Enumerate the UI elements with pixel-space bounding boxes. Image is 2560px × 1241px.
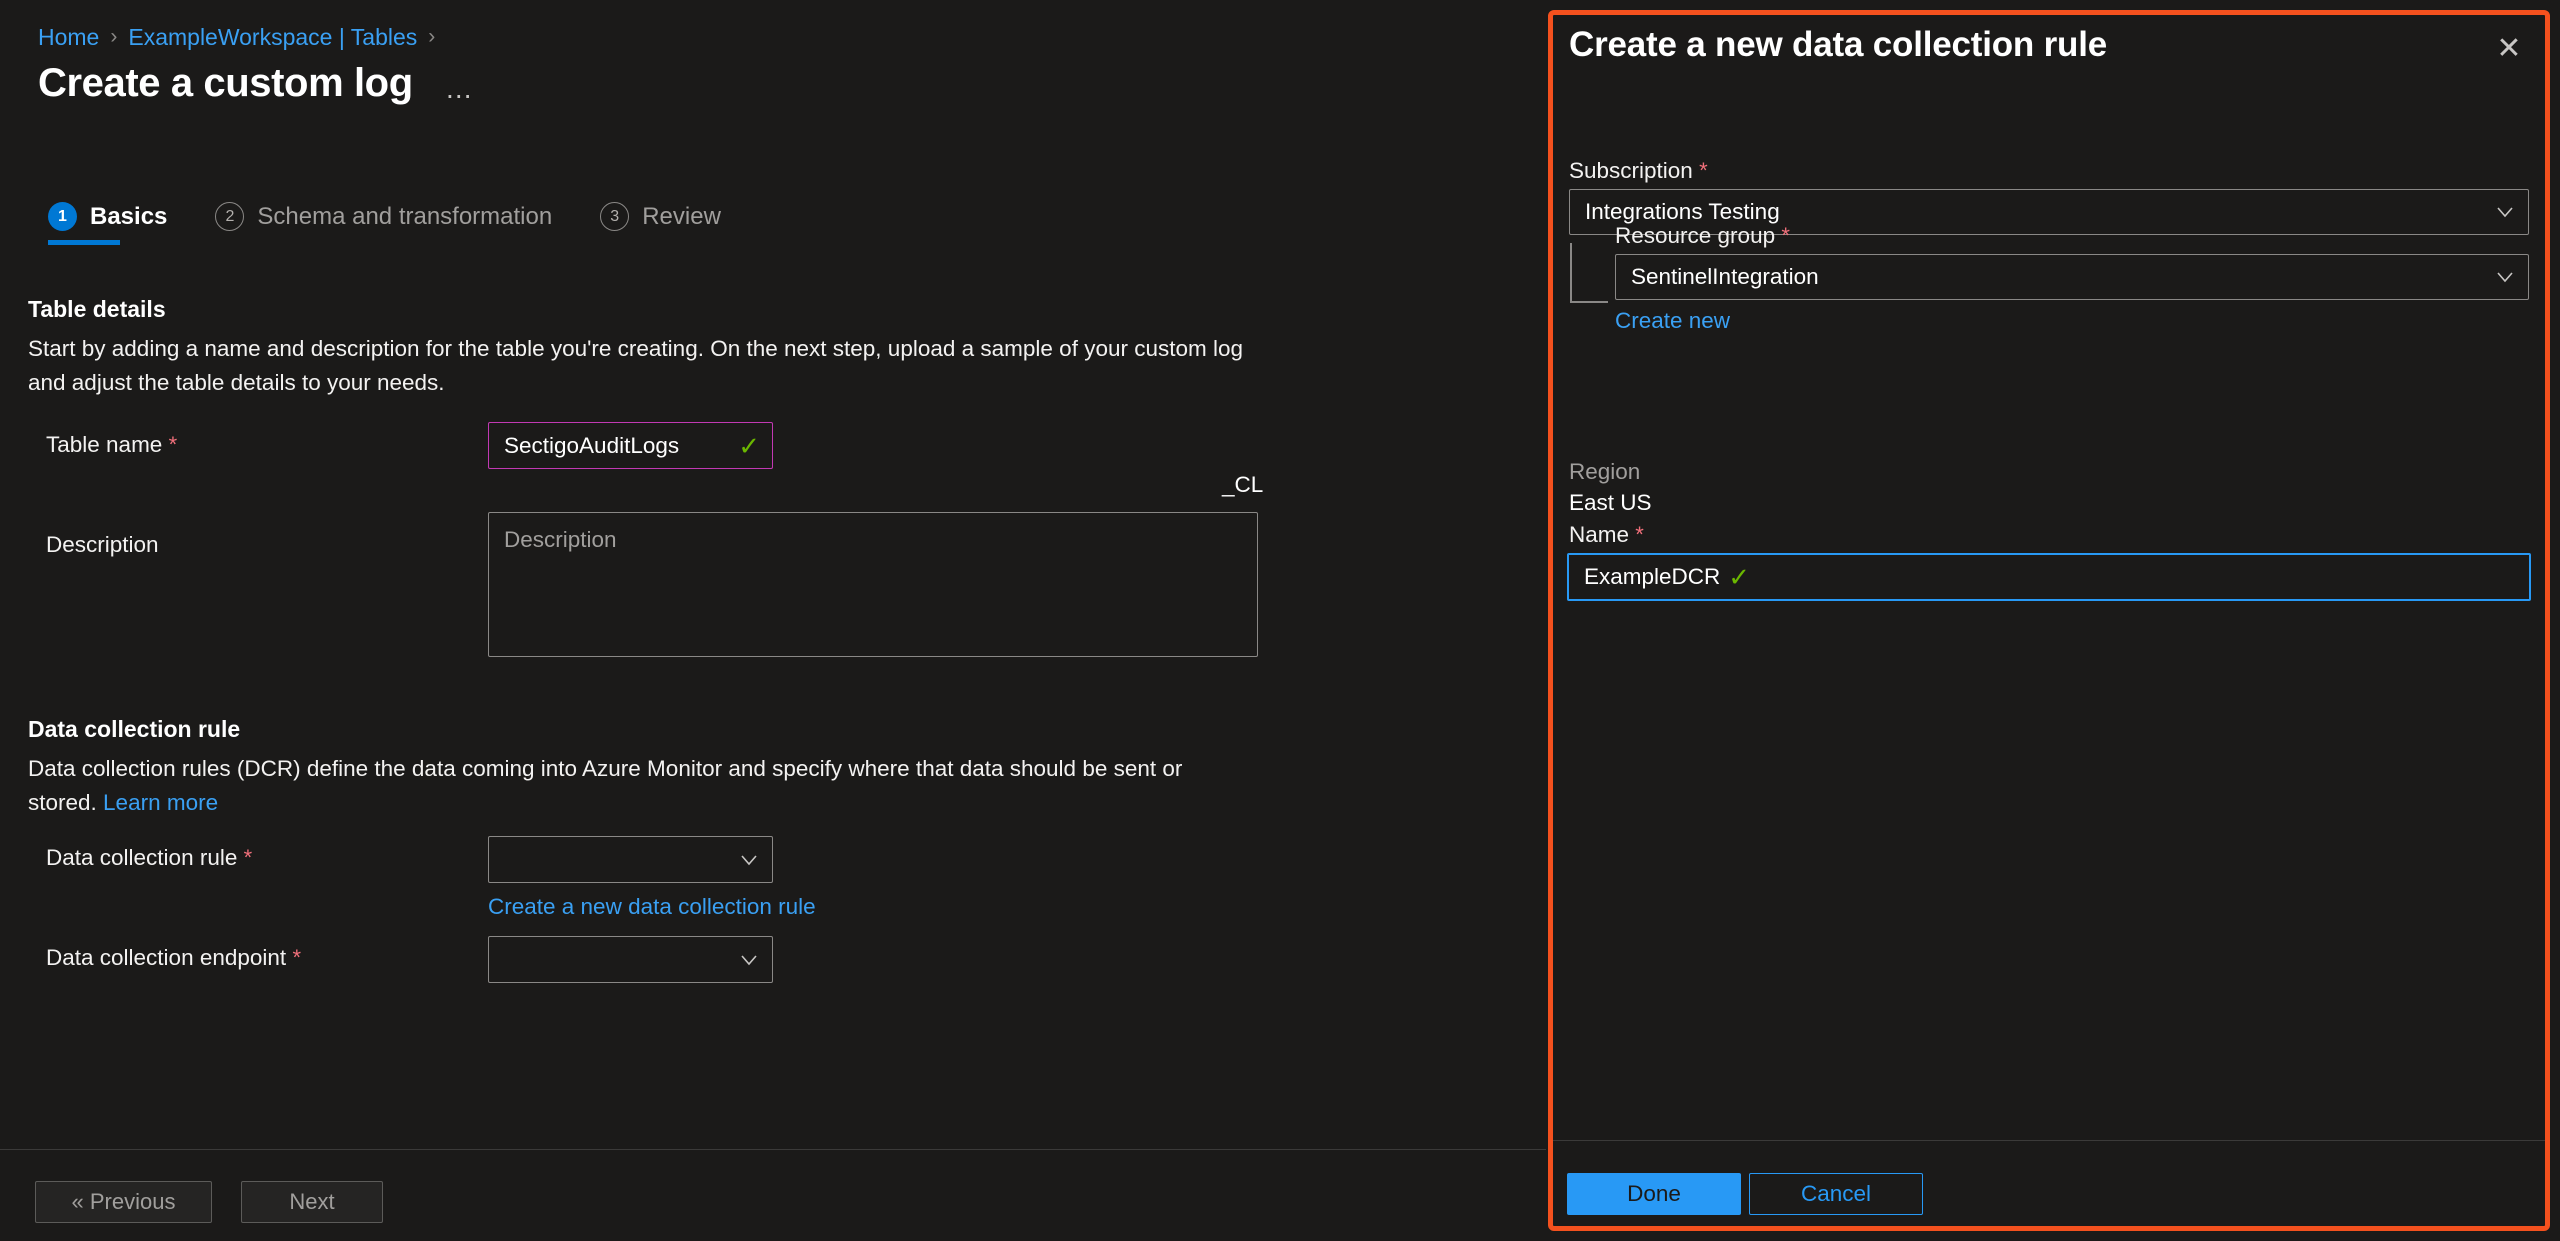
resource-group-required-asterisk: * [1781, 223, 1790, 248]
tab-active-underline [48, 240, 120, 245]
table-name-label: Table name * [46, 432, 177, 458]
subscription-required-asterisk: * [1699, 158, 1708, 183]
checkmark-icon-name: ✓ [1728, 562, 1751, 592]
wizard-steps: 1 Basics 2 Schema and transformation 3 R… [48, 202, 769, 245]
next-button[interactable]: Next [241, 1181, 383, 1223]
done-button[interactable]: Done [1567, 1173, 1741, 1215]
dce-field-label-text: Data collection endpoint [46, 945, 287, 970]
dcr-heading: Data collection rule [28, 716, 241, 742]
name-input[interactable]: ExampleDCR ✓ [1567, 553, 2531, 601]
checkmark-icon: ✓ [738, 430, 760, 461]
name-input-value: ExampleDCR [1584, 564, 1721, 589]
resource-group-label: Resource group * [1615, 223, 1790, 249]
chevron-right-icon: › [110, 25, 118, 48]
description-textarea-placeholder: Description [504, 527, 617, 552]
description-textarea[interactable]: Description [488, 512, 1258, 657]
tab-basics[interactable]: 1 Basics [48, 202, 167, 245]
footer-divider [0, 1149, 1546, 1150]
breadcrumb-item-workspace-tables[interactable]: ExampleWorkspace | Tables [128, 22, 417, 52]
table-details-heading: Table details [28, 296, 166, 322]
breadcrumb: Home › ExampleWorkspace | Tables › [38, 22, 435, 52]
table-details-description: Start by adding a name and description f… [28, 336, 1244, 395]
close-icon[interactable]: ✕ [2489, 29, 2529, 69]
panel-footer-divider [1553, 1140, 2545, 1141]
table-name-label-text: Table name [46, 432, 163, 457]
cancel-button[interactable]: Cancel [1749, 1173, 1923, 1215]
tab-review-label: Review [642, 202, 721, 230]
table-name-required-asterisk: * [168, 432, 178, 457]
dcr-dropdown[interactable] [488, 836, 773, 883]
table-name-suffix: _CL [1222, 472, 1264, 497]
create-custom-log-blade: Home › ExampleWorkspace | Tables › Creat… [0, 0, 1546, 1241]
tab-schema-and-transformation[interactable]: 2 Schema and transformation [215, 202, 552, 245]
learn-more-link[interactable]: Learn more [103, 790, 218, 815]
create-dcr-context-panel: Create a new data collection rule ✕ Subs… [1548, 10, 2550, 1231]
dcr-required-asterisk: * [243, 845, 253, 870]
hierarchy-connector-line [1570, 243, 1608, 303]
screen-root: Home › ExampleWorkspace | Tables › Creat… [0, 0, 2560, 1241]
name-label-text: Name [1569, 522, 1630, 547]
step-number-badge-1: 1 [48, 202, 77, 231]
panel-title: Create a new data collection rule [1569, 25, 2108, 64]
subscription-dropdown-value: Integrations Testing [1585, 199, 1780, 224]
resource-group-dropdown-value: SentinelIntegration [1631, 264, 1819, 289]
subscription-label-text: Subscription [1569, 158, 1693, 183]
chevron-down-icon-resource-group [2494, 266, 2516, 288]
step-number-badge-2: 2 [215, 202, 245, 231]
breadcrumb-item-home[interactable]: Home [38, 22, 99, 52]
page-title: Create a custom log [38, 61, 413, 105]
region-label: Region [1569, 459, 1641, 484]
table-name-input[interactable]: SectigoAuditLogs ✓ [488, 422, 773, 469]
more-options-icon[interactable]: … [441, 75, 480, 103]
dce-field-label: Data collection endpoint * [46, 945, 301, 971]
tab-basics-label: Basics [90, 202, 168, 230]
dcr-field-label: Data collection rule * [46, 845, 252, 871]
chevron-down-icon [738, 849, 760, 871]
chevron-down-icon-2 [738, 949, 760, 971]
previous-button[interactable]: « Previous [35, 1181, 212, 1223]
dcr-description: Data collection rules (DCR) define the d… [28, 752, 1228, 820]
dce-required-asterisk: * [292, 945, 301, 970]
name-required-asterisk: * [1635, 522, 1644, 547]
table-name-input-value: SectigoAuditLogs [504, 432, 680, 458]
region-value: East US [1569, 490, 1652, 515]
chevron-down-icon-subscription [2494, 201, 2516, 223]
step-number-badge-3: 3 [600, 202, 630, 231]
dcr-field-label-text: Data collection rule [46, 845, 238, 870]
create-new-dcr-link[interactable]: Create a new data collection rule [488, 894, 816, 920]
resource-group-label-text: Resource group [1615, 223, 1776, 248]
tab-review[interactable]: 3 Review [600, 202, 721, 245]
tab-schema-label: Schema and transformation [257, 202, 553, 230]
resource-group-dropdown[interactable]: SentinelIntegration [1615, 254, 2529, 300]
name-label: Name * [1569, 522, 1644, 548]
subscription-label: Subscription * [1569, 158, 1708, 184]
page-title-row: Create a custom log … [38, 58, 480, 108]
chevron-right-icon-2: › [428, 25, 436, 48]
create-new-resource-group-link[interactable]: Create new [1615, 308, 1730, 334]
description-label: Description [46, 532, 159, 557]
dce-dropdown[interactable] [488, 936, 773, 983]
